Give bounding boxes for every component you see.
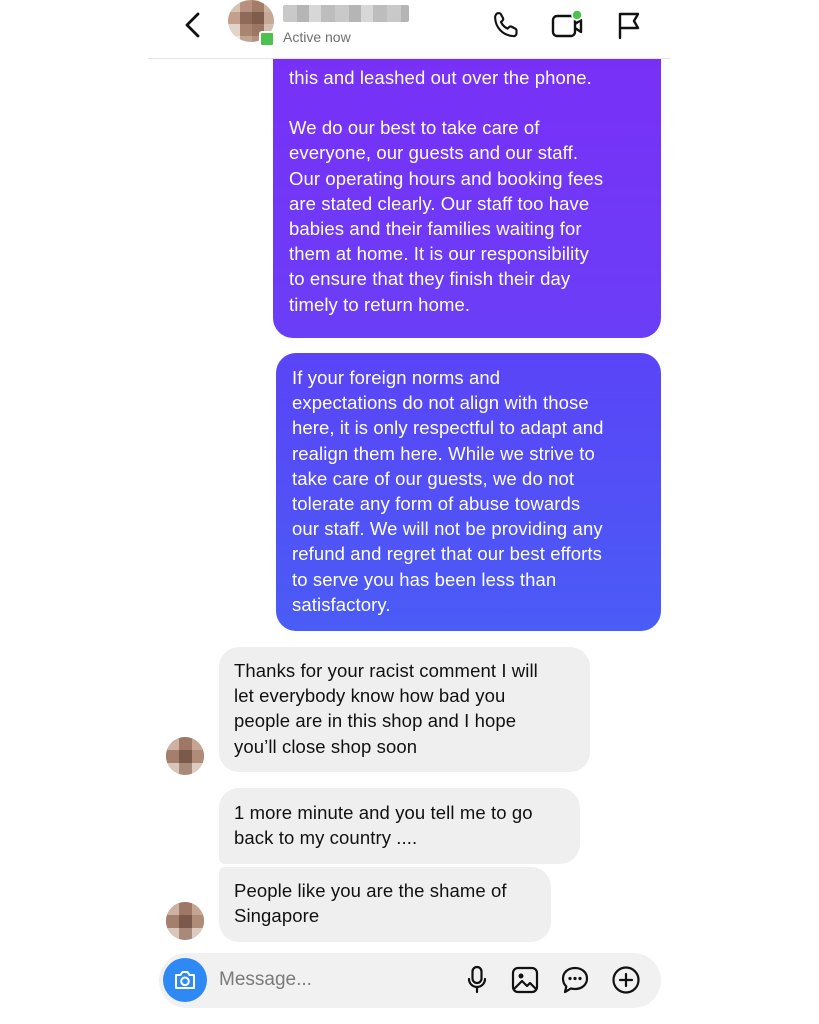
header-divider (148, 58, 670, 59)
outgoing-message-bubble[interactable]: this and leashed out over the phone. We … (273, 34, 661, 338)
message-text-line: Thanks for your racist comment I will (234, 660, 538, 681)
sender-avatar[interactable] (166, 902, 204, 940)
image-icon (511, 966, 539, 994)
message-text-line: timely to return home. (289, 293, 471, 315)
message-text-line: take care of our guests, we do not (292, 467, 575, 489)
message-text-line: to ensure that they finish their day (289, 268, 571, 290)
message-input[interactable] (219, 965, 449, 995)
message-text-line: here, it is only respectful to adapt and (292, 417, 604, 439)
message-text-line: people are in this shop and I hope (234, 710, 517, 732)
report-button[interactable] (612, 8, 646, 42)
message-text-line: our staff. We will not be providing any (292, 518, 603, 540)
message-text-line: them at home. It is our responsibility (289, 243, 589, 265)
incoming-message-bubble[interactable]: 1 more minute and you tell me to go back… (219, 788, 580, 864)
back-chevron-icon (185, 12, 200, 38)
video-call-button[interactable] (550, 8, 584, 42)
sender-avatar[interactable] (166, 737, 204, 775)
video-camera-icon (551, 9, 583, 38)
camera-button[interactable] (163, 958, 207, 1002)
incoming-message-bubble[interactable]: Thanks for your racist comment I will le… (219, 647, 590, 772)
voice-message-button[interactable] (460, 962, 494, 998)
message-text-line: If your foreign norms and (292, 367, 501, 388)
sticker-icon (561, 966, 589, 994)
message-text-line: you’ll close shop soon (234, 735, 418, 757)
outgoing-message-bubble[interactable]: If your foreign norms and expectations d… (276, 353, 661, 631)
message-text-line: satisfactory. (292, 593, 391, 615)
message-text-line: People like you are the shame of (234, 880, 507, 901)
message-text-line: this and leashed out over the phone. (289, 67, 592, 88)
message-text-line: tolerate any form of abuse towards (292, 493, 581, 515)
message-text-line: back to my country .... (234, 827, 418, 849)
plus-circle-icon (612, 966, 640, 994)
message-text-line: let everybody know how bad you (234, 685, 506, 707)
contact-name-redacted[interactable] (283, 5, 409, 22)
message-text-line: refund and regret that our best efforts (292, 543, 603, 565)
active-status-text: Active now (283, 29, 351, 45)
chat-header: Active now (0, 0, 819, 58)
back-button[interactable] (176, 10, 210, 40)
flag-icon (618, 12, 640, 40)
sticker-button[interactable] (558, 962, 592, 998)
message-text-line: expectations do not align with those (292, 392, 589, 414)
phone-icon (494, 12, 518, 38)
gallery-button[interactable] (508, 962, 542, 998)
message-text-line: We do our best to take care of (289, 117, 540, 139)
incoming-message-bubble[interactable]: People like you are the shame of Singapo… (219, 867, 551, 942)
voice-call-button[interactable] (489, 8, 523, 42)
message-text-line: everyone, our guests and our staff. (289, 142, 579, 164)
camera-icon (175, 971, 195, 989)
message-text-line: Singapore (234, 905, 320, 927)
more-options-button[interactable] (609, 962, 643, 998)
message-text-line: babies and their families waiting for (289, 218, 582, 240)
message-text-line: are stated clearly. Our staff too have (289, 192, 590, 214)
active-status-dot (259, 31, 275, 47)
message-text-line: 1 more minute and you tell me to go (234, 802, 533, 823)
microphone-icon (467, 965, 487, 994)
message-text-line: to serve you has been less than (292, 568, 557, 590)
message-text-line: realign them here. While we strive to (292, 442, 595, 464)
message-text-line: Our operating hours and booking fees (289, 167, 604, 189)
